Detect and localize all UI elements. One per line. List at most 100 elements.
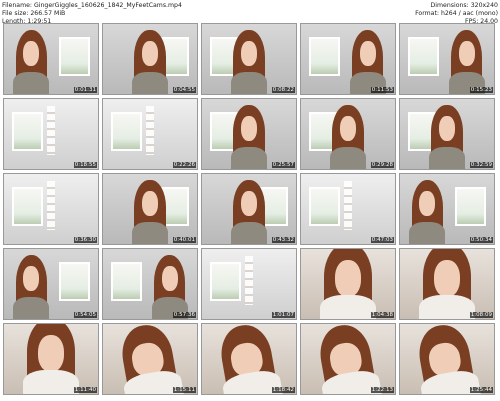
window-background [110, 111, 143, 151]
thumbnail-scene [301, 324, 395, 394]
thumbnail-timestamp: 1:08:09 [469, 312, 493, 318]
thumbnail: 0:25:57 [201, 98, 297, 170]
thumbnail: 1:11:40 [3, 323, 99, 395]
thumbnail: 1:08:09 [399, 248, 495, 320]
thumbnail-scene [301, 174, 395, 244]
thumbnail: 0:50:34 [399, 173, 495, 245]
person-figure [326, 105, 369, 169]
window-background [209, 261, 242, 301]
shelf-background [344, 181, 352, 230]
person-figure [148, 255, 191, 319]
thumbnail: 0:32:59 [399, 98, 495, 170]
thumbnail-scene [4, 249, 98, 319]
person-figure [445, 30, 488, 94]
thumbnail: 1:25:44 [399, 323, 495, 395]
thumbnail-scene [202, 324, 296, 394]
thumbnail: 0:40:01 [102, 173, 198, 245]
thumbnail-scene [202, 99, 296, 169]
window-background [11, 111, 44, 151]
thumbnail-scene [103, 24, 197, 94]
window-background [308, 186, 341, 226]
shelf-background [47, 106, 55, 155]
thumbnail: 1:01:07 [201, 248, 297, 320]
thumbnail: 1:15:11 [102, 323, 198, 395]
thumbnail: 1:18:42 [201, 323, 297, 395]
thumbnail-timestamp: 0:40:01 [172, 237, 196, 243]
thumbnail-scene [103, 324, 197, 394]
thumbnail-scene [202, 24, 296, 94]
thumbnail-timestamp: 0:32:59 [469, 162, 493, 168]
thumbnail-scene [301, 24, 395, 94]
thumbnail-scene [301, 249, 395, 319]
thumbnail: 0:36:30 [3, 173, 99, 245]
person-figure [18, 324, 84, 394]
thumbnail-scene [400, 24, 494, 94]
thumbnail: 0:08:22 [201, 23, 297, 95]
thumbnail-scene [400, 99, 494, 169]
thumbnail-timestamp: 1:11:40 [73, 387, 97, 393]
thumbnail-scene [103, 174, 197, 244]
thumbnail-timestamp: 1:22:13 [370, 387, 394, 393]
thumbnail: 0:18:55 [3, 98, 99, 170]
window-background [454, 186, 487, 226]
person-figure [406, 180, 449, 244]
thumbnail-timestamp: 0:22:26 [172, 162, 196, 168]
thumbnail-timestamp: 0:54:05 [73, 312, 97, 318]
thumbnail-timestamp: 1:01:07 [271, 312, 295, 318]
person-figure [128, 180, 171, 244]
shelf-background [245, 256, 253, 305]
thumbnail-scene [301, 99, 395, 169]
shelf-background [146, 106, 154, 155]
person-figure [10, 255, 53, 319]
window-background [110, 261, 143, 301]
thumbnail-timestamp: 0:15:23 [469, 87, 493, 93]
thumbnail-timestamp: 0:04:55 [172, 87, 196, 93]
thumbnail: 1:22:13 [300, 323, 396, 395]
filename-text: Filename: GingerGiggles_160626_1842_MyFe… [2, 2, 182, 9]
thumbnail-grid: 0:01:31 0:04:55 0:08:22 0:11:53 0:15:23 [3, 23, 498, 399]
thumbnail: 0:01:31 [3, 23, 99, 95]
thumbnail: 0:57:36 [102, 248, 198, 320]
window-background [11, 186, 44, 226]
person-figure [414, 249, 480, 319]
thumbnail-timestamp: 0:47:03 [370, 237, 394, 243]
thumbnail: 0:15:23 [399, 23, 495, 95]
thumbnail-timestamp: 1:25:44 [469, 387, 493, 393]
window-background [58, 261, 91, 301]
thumbnail-scene [4, 174, 98, 244]
person-figure [108, 324, 190, 394]
person-figure [227, 30, 270, 94]
thumbnail-timestamp: 0:25:57 [271, 162, 295, 168]
thumbnail: 0:04:55 [102, 23, 198, 95]
thumbnail: 0:47:03 [300, 173, 396, 245]
thumbnail-timestamp: 0:08:22 [271, 87, 295, 93]
thumbnail-scene [4, 324, 98, 394]
thumbnail: 0:43:32 [201, 173, 297, 245]
thumbnail-timestamp: 1:04:38 [370, 312, 394, 318]
person-figure [346, 30, 389, 94]
window-background [308, 36, 341, 76]
thumbnail-scene [4, 24, 98, 94]
person-figure [207, 324, 289, 394]
thumbnail-timestamp: 0:29:28 [370, 162, 394, 168]
thumbnail-timestamp: 1:15:11 [172, 387, 196, 393]
thumbnail-timestamp: 0:11:53 [370, 87, 394, 93]
person-figure [405, 324, 487, 394]
thumbnail-scene [202, 174, 296, 244]
thumbnail-scene [400, 324, 494, 394]
window-background [58, 36, 91, 76]
thumbnail-timestamp: 0:01:31 [73, 87, 97, 93]
thumbnail-timestamp: 0:36:30 [73, 237, 97, 243]
thumbnail-timestamp: 0:18:55 [73, 162, 97, 168]
thumbnail-timestamp: 0:50:34 [469, 237, 493, 243]
person-figure [10, 30, 53, 94]
window-background [407, 36, 440, 76]
thumbnail: 0:22:26 [102, 98, 198, 170]
thumbnail-scene [103, 249, 197, 319]
person-figure [425, 105, 468, 169]
dimensions-text: Dimensions: 320x240 [430, 2, 498, 9]
thumbnail: 0:11:53 [300, 23, 396, 95]
thumbnail-timestamp: 0:57:36 [172, 312, 196, 318]
person-figure [227, 105, 270, 169]
thumbnail: 0:29:28 [300, 98, 396, 170]
